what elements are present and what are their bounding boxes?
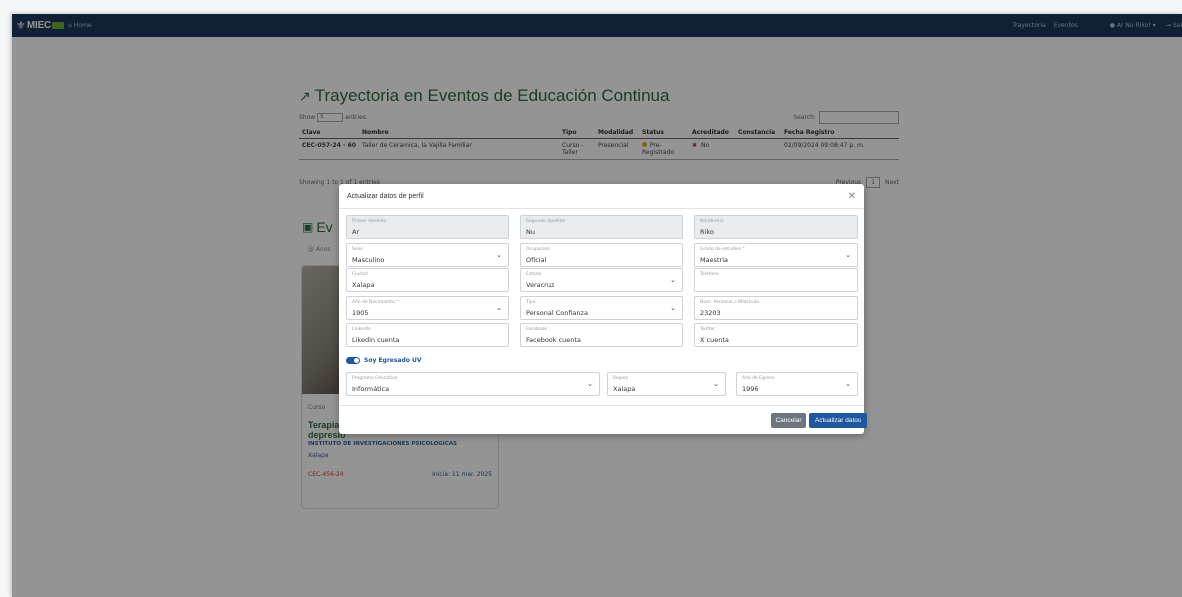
- linkedin-label: LinkedIn: [352, 327, 371, 332]
- nombre-field: Nombre(s) Riko: [694, 215, 858, 239]
- sexo-value: Masculino: [352, 256, 385, 264]
- anio-egreso-select[interactable]: Año de Egreso 1996 ⌄: [736, 372, 858, 396]
- sexo-select[interactable]: Sexo Masculino ⌄: [346, 243, 509, 267]
- tipo-value: Personal Confianza: [526, 309, 588, 317]
- tipo-label: Tipo: [526, 300, 536, 305]
- chevron-down-icon: ⌄: [845, 380, 851, 388]
- cancel-button[interactable]: Cancelar: [771, 413, 806, 428]
- chevron-down-icon: ⌄: [713, 380, 719, 388]
- region-label: Region: [613, 376, 629, 381]
- egresado-switch-row: Soy Egresado UV: [346, 357, 422, 364]
- region-select[interactable]: Region Xalapa ⌄: [607, 372, 726, 396]
- primer-apellido-label: Primer Apellido: [352, 219, 387, 224]
- modal-header: Actualizar datos de perfil ✕: [339, 184, 864, 209]
- facebook-field[interactable]: Facebook Facebook cuenta: [520, 323, 683, 347]
- estado-select[interactable]: Estado Veracruz ⌄: [520, 268, 683, 292]
- ciudad-label: Ciudad: [352, 272, 368, 277]
- nombre-value: Riko: [700, 228, 714, 236]
- num-personal-value: 23203: [700, 309, 721, 317]
- grado-label: Grado de estudios *: [700, 247, 745, 252]
- close-icon[interactable]: ✕: [848, 191, 856, 202]
- chevron-down-icon: ⌄: [845, 251, 851, 259]
- estado-value: Veracruz: [526, 281, 555, 289]
- tipo-select[interactable]: Tipo Personal Confianza ⌄: [520, 296, 683, 320]
- segundo-apellido-value: Nu: [526, 228, 535, 236]
- chevron-down-icon: ⌄: [496, 251, 502, 259]
- anio-nacimiento-label: Año de Nacimiento *: [352, 300, 399, 305]
- ocupacion-label: Ocupacion: [526, 247, 550, 252]
- facebook-label: Facebook: [526, 327, 548, 332]
- ciudad-value: Xalapa: [352, 281, 375, 289]
- twitter-value: X cuenta: [700, 336, 729, 344]
- nombre-label: Nombre(s): [700, 219, 724, 224]
- chevron-down-icon: ⌄: [670, 276, 676, 284]
- egresado-toggle[interactable]: [346, 357, 360, 364]
- segundo-apellido-field: Segundo Apellido Nu: [520, 215, 683, 239]
- anio-egreso-value: 1996: [742, 385, 759, 393]
- segundo-apellido-label: Segundo Apellido: [526, 219, 566, 224]
- twitter-field[interactable]: Twitter X cuenta: [694, 323, 858, 347]
- linkedin-value: Likedin cuenta: [352, 336, 400, 344]
- linkedin-field[interactable]: LinkedIn Likedin cuenta: [346, 323, 509, 347]
- telefono-field[interactable]: Telefono: [694, 268, 858, 292]
- anio-nacimiento-value: 1905: [352, 309, 369, 317]
- ocupacion-field[interactable]: Ocupacion Oficial: [520, 243, 683, 267]
- twitter-label: Twitter: [700, 327, 716, 332]
- modal-title: Actualizar datos de perfil: [347, 192, 424, 200]
- profile-modal: Actualizar datos de perfil ✕ Primer Apel…: [339, 184, 867, 434]
- browser-page: ⚜ MIEC ⌂ Home Trayectoria Eventos ● Ar N…: [12, 14, 1182, 597]
- anio-nacimiento-select[interactable]: Año de Nacimiento * 1905 ⌄: [346, 296, 509, 320]
- modal-footer: Cancelar Actualizar datos: [339, 405, 867, 434]
- grado-value: Maestria: [700, 256, 728, 264]
- programa-select[interactable]: Programa Educativo Informática ⌄: [346, 372, 600, 396]
- chevron-down-icon: ⌄: [670, 304, 676, 312]
- estado-label: Estado: [526, 272, 542, 277]
- programa-value: Informática: [352, 385, 390, 393]
- telefono-label: Telefono: [700, 272, 719, 277]
- grado-select[interactable]: Grado de estudios * Maestria ⌄: [694, 243, 858, 267]
- region-value: Xalapa: [613, 385, 636, 393]
- facebook-value: Facebook cuenta: [526, 336, 581, 344]
- num-personal-label: Num. Personal o Matrícula: [700, 300, 760, 305]
- egresado-label: Soy Egresado UV: [364, 357, 422, 364]
- primer-apellido-value: Ar: [352, 228, 360, 236]
- programa-label: Programa Educativo: [352, 376, 398, 381]
- primer-apellido-field: Primer Apellido Ar: [346, 215, 509, 239]
- num-personal-field[interactable]: Num. Personal o Matrícula 23203: [694, 296, 858, 320]
- update-profile-button[interactable]: Actualizar datos: [809, 413, 867, 428]
- chevron-down-icon: ⌄: [587, 380, 593, 388]
- sexo-label: Sexo: [352, 247, 363, 252]
- chevron-down-icon: ⌄: [496, 304, 502, 312]
- ocupacion-value: Oficial: [526, 256, 547, 264]
- ciudad-field[interactable]: Ciudad Xalapa: [346, 268, 509, 292]
- anio-egreso-label: Año de Egreso: [742, 376, 775, 381]
